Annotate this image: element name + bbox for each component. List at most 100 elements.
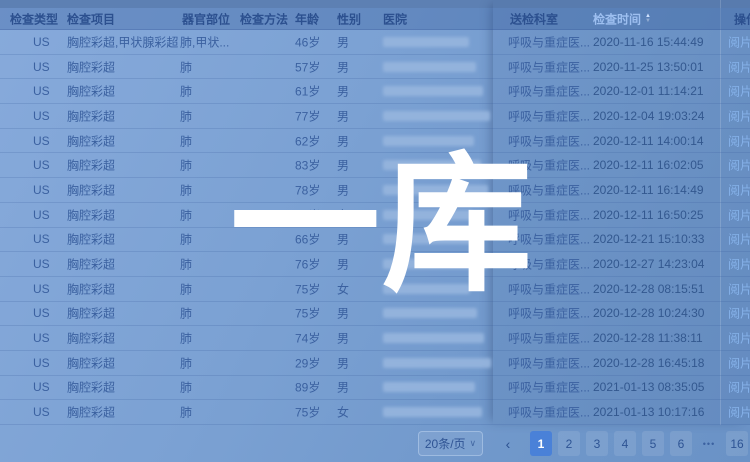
cell-check-time: 2020-12-28 08:15:51 xyxy=(593,282,704,296)
cell-organ: 肺 xyxy=(180,379,192,396)
cell-check-type: US xyxy=(33,232,50,246)
study-list-screen: 检查类型 检查项目 器官部位 检查方法 年龄 性别 医院 送检科室 检查时间 ▲… xyxy=(0,0,750,462)
page-button-3[interactable]: 3 xyxy=(586,431,608,456)
view-images-link[interactable]: 阅片 xyxy=(728,157,750,174)
cell-check-time: 2020-12-27 14:23:04 xyxy=(593,257,704,271)
cell-check-type: US xyxy=(33,306,50,320)
view-images-link[interactable]: 阅片 xyxy=(728,330,750,347)
cell-check-project: 胸腔彩超 xyxy=(67,83,115,100)
cell-department: 呼吸与重症医... xyxy=(508,354,590,371)
cell-organ: 肺 xyxy=(180,354,192,371)
chevron-down-icon: ∨ xyxy=(470,438,477,449)
view-images-link[interactable]: 阅片 xyxy=(728,58,750,75)
cell-check-project: 胸腔彩超 xyxy=(67,305,115,322)
cell-check-time: 2020-12-21 15:10:33 xyxy=(593,232,704,246)
cell-check-time: 2021-01-13 10:17:16 xyxy=(593,405,704,419)
header-hospital: 医院 xyxy=(383,10,407,27)
cell-check-project: 胸腔彩超 xyxy=(67,181,115,198)
cell-check-time: 2020-11-25 13:50:01 xyxy=(593,60,704,74)
cell-check-type: US xyxy=(33,405,50,419)
cell-check-project: 胸腔彩超 xyxy=(67,256,115,273)
cell-check-type: US xyxy=(33,183,50,197)
cell-department: 呼吸与重症医... xyxy=(508,379,590,396)
table-row[interactable]: US 胸腔彩超 肺 89岁 男 呼吸与重症医... 2021-01-13 08:… xyxy=(0,376,750,401)
header-check-project: 检查项目 xyxy=(67,10,115,27)
cell-check-time: 2020-12-01 11:14:21 xyxy=(593,84,704,98)
hospital-redacted-block xyxy=(383,111,490,121)
table-row[interactable]: US 胸腔彩超 肺 29岁 男 呼吸与重症医... 2020-12-28 16:… xyxy=(0,351,750,376)
header-department: 送检科室 xyxy=(510,10,558,27)
view-images-link[interactable]: 阅片 xyxy=(728,181,750,198)
hospital-redacted-block xyxy=(383,308,477,318)
table-row[interactable]: US 胸腔彩超,甲状腺彩超 肺,甲状... 46岁 男 呼吸与重症医... 20… xyxy=(0,30,750,55)
page-button-6[interactable]: 6 xyxy=(670,431,692,456)
prev-page-button[interactable]: ‹ xyxy=(498,431,518,456)
view-images-link[interactable]: 阅片 xyxy=(728,107,750,124)
page-button-4[interactable]: 4 xyxy=(614,431,636,456)
pagination-bar: 20条/页 ∨ ‹ 123456 ••• 16 xyxy=(0,425,750,462)
cell-gender: 男 xyxy=(337,83,349,100)
table-row[interactable]: US 胸腔彩超 肺 74岁 男 呼吸与重症医... 2020-12-28 11:… xyxy=(0,326,750,351)
cell-age: 46岁 xyxy=(295,33,320,50)
view-images-link[interactable]: 阅片 xyxy=(728,379,750,396)
cell-organ: 肺 xyxy=(180,404,192,421)
cell-check-type: US xyxy=(33,134,50,148)
watermark-text: 一库 xyxy=(230,150,534,300)
header-method: 检查方法 xyxy=(240,10,288,27)
table-row[interactable]: US 胸腔彩超 肺 61岁 男 呼吸与重症医... 2020-12-01 11:… xyxy=(0,79,750,104)
cell-check-type: US xyxy=(33,257,50,271)
cell-check-time: 2020-11-16 15:44:49 xyxy=(593,35,704,49)
cell-organ: 肺 xyxy=(180,157,192,174)
page-button-16[interactable]: 16 xyxy=(726,431,748,456)
cell-organ: 肺 xyxy=(180,181,192,198)
header-check-type: 检查类型 xyxy=(10,10,58,27)
page-ellipsis[interactable]: ••• xyxy=(698,431,720,456)
cell-check-project: 胸腔彩超 xyxy=(67,404,115,421)
page-button-1[interactable]: 1 xyxy=(530,431,552,456)
cell-check-type: US xyxy=(33,208,50,222)
cell-check-time: 2020-12-11 16:50:25 xyxy=(593,208,704,222)
header-check-time[interactable]: 检查时间 xyxy=(593,10,641,27)
view-images-link[interactable]: 阅片 xyxy=(728,354,750,371)
cell-check-type: US xyxy=(33,60,50,74)
view-images-link[interactable]: 阅片 xyxy=(728,231,750,248)
cell-check-project: 胸腔彩超 xyxy=(67,280,115,297)
cell-check-project: 胸腔彩超 xyxy=(67,157,115,174)
view-images-link[interactable]: 阅片 xyxy=(728,305,750,322)
view-images-link[interactable]: 阅片 xyxy=(728,132,750,149)
view-images-link[interactable]: 阅片 xyxy=(728,404,750,421)
cell-department: 呼吸与重症医... xyxy=(508,33,590,50)
hospital-redacted-block xyxy=(383,382,475,392)
cell-check-project: 胸腔彩超,甲状腺彩超 xyxy=(67,33,178,50)
cell-check-project: 胸腔彩超 xyxy=(67,354,115,371)
cell-check-time: 2020-12-11 16:14:49 xyxy=(593,183,704,197)
cell-check-type: US xyxy=(33,380,50,394)
view-images-link[interactable]: 阅片 xyxy=(728,280,750,297)
cell-organ: 肺 xyxy=(180,231,192,248)
header-gender: 性别 xyxy=(337,10,361,27)
view-images-link[interactable]: 阅片 xyxy=(728,256,750,273)
table-row[interactable]: US 胸腔彩超 肺 77岁 男 呼吸与重症医... 2020-12-04 19:… xyxy=(0,104,750,129)
table-row[interactable]: US 胸腔彩超 肺 57岁 男 呼吸与重症医... 2020-11-25 13:… xyxy=(0,55,750,80)
cell-check-time: 2020-12-28 11:38:11 xyxy=(593,331,703,345)
header-age: 年龄 xyxy=(295,10,319,27)
hospital-redacted-block xyxy=(383,333,484,343)
cell-organ: 肺 xyxy=(180,330,192,347)
cell-organ: 肺 xyxy=(180,132,192,149)
cell-organ: 肺,甲状... xyxy=(180,33,229,50)
cell-check-type: US xyxy=(33,35,50,49)
view-images-link[interactable]: 阅片 xyxy=(728,83,750,100)
header-actions: 操作 xyxy=(734,10,750,27)
table-row[interactable]: US 胸腔彩超 肺 75岁 女 呼吸与重症医... 2021-01-13 10:… xyxy=(0,400,750,425)
page-size-select[interactable]: 20条/页 ∨ xyxy=(418,431,483,456)
view-images-link[interactable]: 阅片 xyxy=(728,33,750,50)
view-images-link[interactable]: 阅片 xyxy=(728,206,750,223)
cell-department: 呼吸与重症医... xyxy=(508,58,590,75)
cell-department: 呼吸与重症医... xyxy=(508,330,590,347)
cell-gender: 男 xyxy=(337,330,349,347)
page-button-2[interactable]: 2 xyxy=(558,431,580,456)
sort-indicator[interactable]: ▲▼ xyxy=(645,14,651,24)
cell-check-project: 胸腔彩超 xyxy=(67,231,115,248)
cell-organ: 肺 xyxy=(180,305,192,322)
page-button-5[interactable]: 5 xyxy=(642,431,664,456)
